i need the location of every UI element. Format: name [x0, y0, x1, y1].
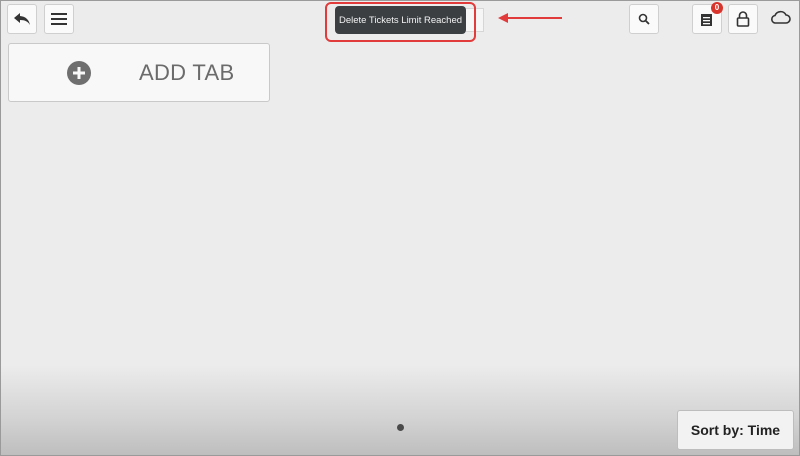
- lock-icon: [736, 11, 750, 27]
- sort-button[interactable]: Sort by: Time: [677, 410, 794, 450]
- tickets-badge: 0: [711, 2, 723, 14]
- menu-button[interactable]: [44, 4, 74, 34]
- toast-message: Delete Tickets Limit Reached: [335, 6, 466, 34]
- search-button[interactable]: [629, 4, 659, 34]
- lock-button[interactable]: [728, 4, 758, 34]
- add-tab-button[interactable]: ADD TAB: [8, 43, 270, 102]
- back-arrow-icon: [13, 12, 31, 26]
- page-indicator-dot[interactable]: [397, 424, 404, 431]
- annotation-arrow: [496, 10, 564, 31]
- hamburger-menu-icon: [51, 12, 67, 26]
- back-button[interactable]: [7, 4, 37, 34]
- cloud-icon: [769, 10, 791, 29]
- cloud-sync-button[interactable]: [766, 6, 794, 32]
- plus-circle-icon: [67, 61, 91, 85]
- search-icon: [638, 13, 650, 25]
- tickets-button[interactable]: 0: [692, 2, 723, 34]
- tickets-icon: [700, 11, 714, 27]
- add-tab-label: ADD TAB: [139, 60, 235, 85]
